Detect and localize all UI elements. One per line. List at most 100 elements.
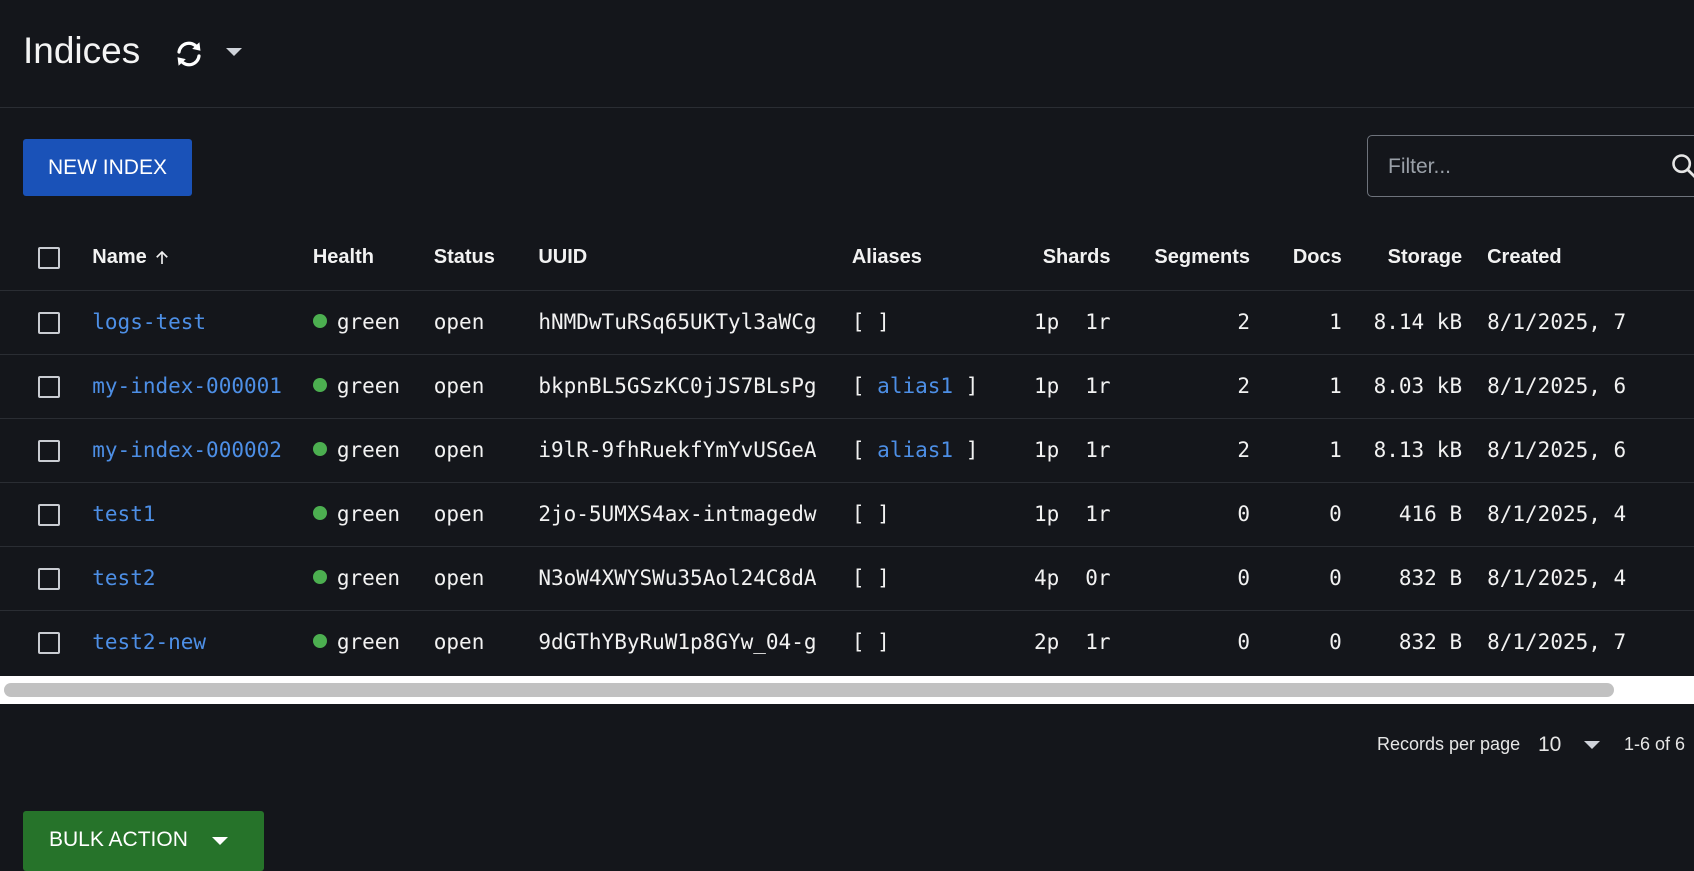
primary-shards: 1p [1034, 310, 1059, 334]
created-cell: 8/1/2025, 6 [1462, 418, 1694, 482]
table-header-row: Name Health Status UUID Aliases Shards S… [0, 226, 1694, 290]
primary-shards: 1p [1034, 502, 1059, 526]
storage-cell: 416 B [1342, 482, 1462, 546]
docs-cell: 1 [1250, 290, 1342, 354]
index-name-link[interactable]: test1 [92, 502, 155, 526]
search-icon[interactable] [1670, 152, 1694, 180]
table-row: test2-newgreenopen9dGThYByRuW1p8GYw_04-g… [0, 610, 1694, 674]
created-cell: 8/1/2025, 4 [1462, 482, 1694, 546]
alias-open: [ [852, 502, 865, 526]
refresh-icon[interactable] [173, 38, 205, 70]
health-status-dot-icon [313, 378, 327, 392]
shards-cell: 1p 1r [992, 418, 1110, 482]
alias-close: ] [877, 310, 890, 334]
scrollbar-thumb[interactable] [4, 683, 1614, 697]
health-status-dot-icon [313, 314, 327, 328]
column-header-health[interactable]: Health [313, 226, 434, 290]
created-cell: 8/1/2025, 7 [1462, 610, 1694, 674]
created-cell: 8/1/2025, 6 [1462, 354, 1694, 418]
shards-cell: 4p0r [992, 546, 1110, 610]
primary-shards: 4p [1034, 566, 1059, 590]
alias-link[interactable]: alias1 [877, 438, 953, 462]
chevron-down-icon[interactable] [1584, 741, 1600, 749]
row-checkbox[interactable] [38, 312, 60, 334]
created-cell: 8/1/2025, 7 [1462, 290, 1694, 354]
column-header-shards[interactable]: Shards [992, 226, 1110, 290]
alias-link[interactable]: alias1 [877, 374, 953, 398]
page-title: Indices [23, 30, 140, 72]
row-checkbox[interactable] [38, 504, 60, 526]
horizontal-scrollbar[interactable] [0, 676, 1694, 704]
alias-open: [ [852, 310, 865, 334]
storage-cell: 832 B [1342, 610, 1462, 674]
bulk-action-label: BULK ACTION [49, 828, 188, 852]
column-header-storage[interactable]: Storage [1342, 226, 1462, 290]
status-cell: open [434, 546, 539, 610]
chevron-down-icon [212, 837, 228, 845]
records-per-page-select[interactable]: 10 [1538, 733, 1561, 757]
primary-shards: 1p [1034, 438, 1059, 462]
table-row: my-index-000001 green openbkpnBL5GSzKC0jJS… [0, 354, 1694, 418]
health-status-dot-icon [313, 442, 327, 456]
health-text: green [337, 310, 400, 334]
bulk-action-button[interactable]: BULK ACTION [23, 811, 264, 871]
column-header-created[interactable]: Created [1462, 226, 1694, 290]
row-checkbox[interactable] [38, 376, 60, 398]
segments-cell: 0 [1111, 610, 1250, 674]
indices-table: Name Health Status UUID Aliases Shards S… [0, 226, 1694, 674]
replica-shards: 1r [1085, 438, 1110, 462]
uuid-cell: 2jo-5UMXS4ax-intmagedw [538, 482, 852, 546]
replica-shards: 1r [1085, 502, 1110, 526]
alias-close: ] [966, 374, 979, 398]
column-header-docs[interactable]: Docs [1250, 226, 1342, 290]
aliases-cell: [ ] [852, 482, 993, 546]
docs-cell: 1 [1250, 354, 1342, 418]
filter-field[interactable] [1367, 135, 1694, 197]
index-name-link[interactable]: my-index-000002 [92, 438, 282, 462]
index-name-link[interactable]: test2 [92, 566, 155, 590]
storage-cell: 832 B [1342, 546, 1462, 610]
column-header-uuid[interactable]: UUID [538, 226, 852, 290]
status-cell: open [434, 610, 539, 674]
row-checkbox[interactable] [38, 568, 60, 590]
filter-input[interactable] [1386, 136, 1630, 198]
health-text: green [337, 374, 400, 398]
column-header-name[interactable]: Name [92, 226, 313, 290]
alias-open: [ [852, 374, 865, 398]
health-text: green [337, 502, 400, 526]
arrow-up-icon [153, 249, 171, 267]
health-status-dot-icon [313, 570, 327, 584]
row-checkbox[interactable] [38, 440, 60, 462]
shards-cell: 1p 1r [992, 482, 1110, 546]
new-index-button[interactable]: NEW INDEX [23, 139, 192, 196]
column-header-status[interactable]: Status [434, 226, 539, 290]
refresh-options-caret-icon[interactable] [226, 48, 242, 56]
storage-cell: 8.03 kB [1342, 354, 1462, 418]
health-status-dot-icon [313, 506, 327, 520]
pagination-range: 1-6 of 6 [1624, 734, 1685, 755]
index-name-link[interactable]: logs-test [92, 310, 206, 334]
page-header: Indices [0, 0, 1694, 108]
alias-close: ] [966, 438, 979, 462]
aliases-cell: [ alias1 ] [852, 418, 993, 482]
row-checkbox[interactable] [38, 632, 60, 654]
status-cell: open [434, 354, 539, 418]
alias-close: ] [877, 630, 890, 654]
table-row: logs-testgreenopenhNMDwTuRSq65UKTyl3aWCg… [0, 290, 1694, 354]
segments-cell: 2 [1111, 354, 1250, 418]
index-name-link[interactable]: my-index-000001 [92, 374, 282, 398]
aliases-cell: [ ] [852, 546, 993, 610]
segments-cell: 2 [1111, 418, 1250, 482]
health-text: green [337, 438, 400, 462]
alias-close: ] [877, 502, 890, 526]
segments-cell: 0 [1111, 482, 1250, 546]
index-name-link[interactable]: test2-new [92, 630, 206, 654]
status-cell: open [434, 290, 539, 354]
select-all-checkbox[interactable] [38, 247, 60, 269]
segments-cell: 2 [1111, 290, 1250, 354]
uuid-cell: bkpnBL5GSzKC0jJS7BLsPg [538, 354, 852, 418]
segments-cell: 0 [1111, 546, 1250, 610]
column-header-aliases[interactable]: Aliases [852, 226, 993, 290]
status-cell: open [434, 482, 539, 546]
column-header-segments[interactable]: Segments [1111, 226, 1250, 290]
